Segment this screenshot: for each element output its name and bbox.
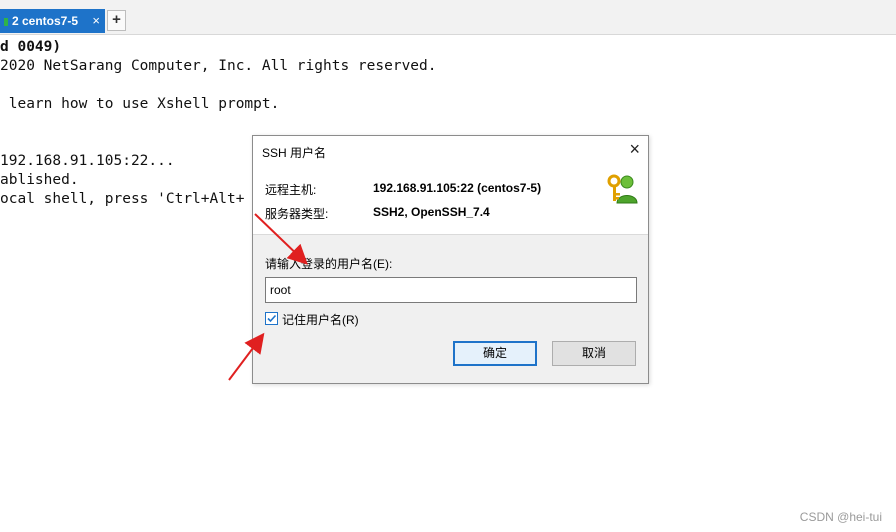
new-tab-button[interactable]: + bbox=[107, 10, 126, 31]
terminal-line: 2020 NetSarang Computer, Inc. All rights… bbox=[0, 58, 437, 74]
cancel-button[interactable]: 取消 bbox=[552, 341, 636, 366]
tab-close-icon[interactable]: × bbox=[92, 9, 100, 33]
terminal-line: ablished. bbox=[0, 172, 79, 188]
ok-button[interactable]: 确定 bbox=[453, 341, 537, 366]
server-type-value: SSH2, OpenSSH_7.4 bbox=[373, 205, 490, 219]
user-key-icon bbox=[607, 174, 638, 204]
remember-username-checkbox[interactable] bbox=[265, 312, 278, 325]
server-type-label: 服务器类型: bbox=[265, 207, 329, 221]
watermark: CSDN @hei-tui bbox=[799, 510, 882, 524]
remote-host-value: 192.168.91.105:22 (centos7-5) bbox=[373, 181, 542, 195]
dialog-title: SSH 用户名 bbox=[262, 146, 327, 160]
terminal-line: 192.168.91.105:22... bbox=[0, 153, 175, 169]
status-dot-icon bbox=[4, 17, 8, 26]
username-input[interactable] bbox=[265, 277, 637, 303]
credentials-form: 请输入登录的用户名(E): 记住用户名(R) 确定 取消 bbox=[253, 235, 648, 383]
terminal-line: d 0049) bbox=[0, 39, 62, 55]
tab-bar: 2 centos7-5 × + bbox=[0, 0, 896, 35]
ssh-username-dialog: SSH 用户名 × 远程主机: 192.168.91.105:22 (cento… bbox=[252, 135, 649, 384]
connection-info: 远程主机: 192.168.91.105:22 (centos7-5) 服务器类… bbox=[253, 168, 648, 235]
check-icon bbox=[267, 314, 277, 323]
username-prompt: 请输入登录的用户名(E): bbox=[265, 257, 393, 271]
remember-username-label[interactable]: 记住用户名(R) bbox=[282, 311, 359, 328]
session-tab[interactable]: 2 centos7-5 × bbox=[0, 9, 105, 33]
tab-label: 2 centos7-5 bbox=[12, 14, 79, 28]
terminal-line: learn how to use Xshell prompt. bbox=[0, 96, 280, 112]
close-icon[interactable]: × bbox=[629, 140, 640, 158]
remote-host-label: 远程主机: bbox=[265, 183, 317, 197]
terminal-line: ocal shell, press 'Ctrl+Alt+ bbox=[0, 191, 245, 207]
